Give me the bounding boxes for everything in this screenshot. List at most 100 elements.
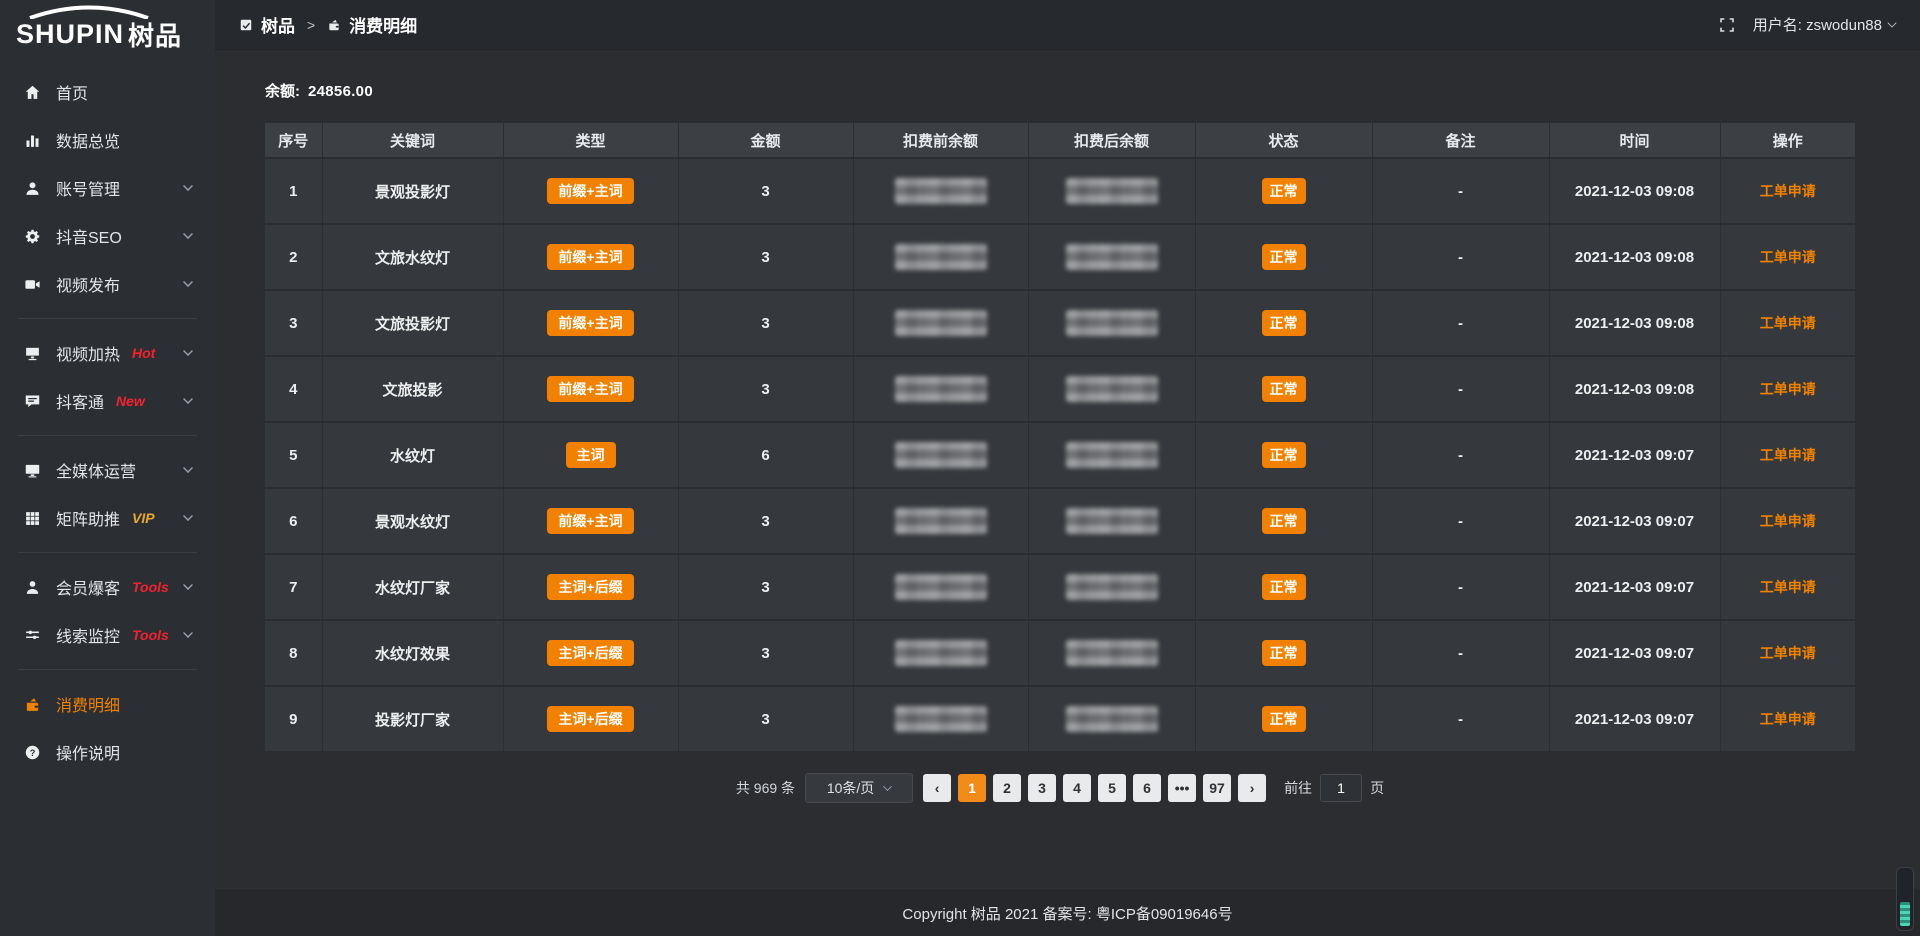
sidebar-item-label: 视频发布 — [56, 272, 120, 296]
page-button-97[interactable]: 97 — [1203, 774, 1231, 802]
table-row: 9投影灯厂家主词+后缀3正常-2021-12-03 09:07工单申请 — [265, 686, 1855, 752]
amount-cell: 3 — [678, 356, 853, 422]
work-order-link[interactable]: 工单申请 — [1760, 315, 1816, 331]
amount-cell: 3 — [678, 686, 853, 752]
work-order-link[interactable]: 工单申请 — [1760, 447, 1816, 463]
board-icon — [239, 18, 253, 32]
row-index: 9 — [265, 686, 322, 752]
time-cell: 2021-12-03 09:07 — [1549, 620, 1720, 686]
sidebar-divider — [18, 669, 197, 670]
sidebar-item-0[interactable]: 首页 — [0, 68, 215, 116]
status-badge: 正常 — [1262, 574, 1306, 600]
status-badge: 正常 — [1195, 158, 1372, 224]
pager: ‹123456•••97› — [923, 774, 1266, 802]
column-header: 扣费后余额 — [1028, 123, 1195, 158]
sliders-icon — [22, 625, 42, 645]
question-icon: ? — [22, 742, 42, 762]
amount-cell: 3 — [678, 554, 853, 620]
type-badge: 前缀+主词 — [503, 224, 678, 290]
work-order-link[interactable]: 工单申请 — [1760, 579, 1816, 595]
page-size-label: 10条/页 — [827, 778, 874, 798]
page-button-3[interactable]: 3 — [1028, 774, 1056, 802]
pre-balance-masked — [853, 158, 1028, 224]
sidebar-item-3[interactable]: 抖音SEO — [0, 212, 215, 260]
work-order-link[interactable]: 工单申请 — [1760, 183, 1816, 199]
breadcrumb-item-1[interactable]: 消费明细 — [349, 12, 417, 37]
goto-suffix: 页 — [1370, 778, 1384, 798]
goto-page-input[interactable] — [1320, 774, 1362, 802]
status-badge: 正常 — [1262, 244, 1306, 270]
type-badge: 前缀+主词 — [503, 488, 678, 554]
sidebar-item-label: 矩阵助推 — [56, 506, 120, 530]
user-menu[interactable]: 用户名: zswodun88 — [1753, 14, 1896, 35]
pre-balance-masked — [853, 488, 1028, 554]
table-row: 3文旅投影灯前缀+主词3正常-2021-12-03 09:08工单申请 — [265, 290, 1855, 356]
breadcrumb: 树品>消费明细 — [239, 12, 417, 37]
svg-text:?: ? — [29, 747, 35, 757]
page-button-2[interactable]: 2 — [993, 774, 1021, 802]
prev-page-button[interactable]: ‹ — [923, 774, 951, 802]
page-size-select[interactable]: 10条/页 — [805, 773, 913, 803]
page-button-6[interactable]: 6 — [1133, 774, 1161, 802]
remark-cell: - — [1372, 686, 1549, 752]
sidebar-item-1[interactable]: 数据总览 — [0, 116, 215, 164]
type-badge: 主词 — [503, 422, 678, 488]
column-header: 备注 — [1372, 123, 1549, 158]
pre-balance-masked — [853, 686, 1028, 752]
table-header-row: 序号关键词类型金额扣费前余额扣费后余额状态备注时间操作 — [265, 123, 1855, 158]
screen-icon — [22, 343, 42, 363]
sidebar-item-9[interactable]: 全媒体运营 — [0, 446, 215, 494]
sidebar-item-2[interactable]: 账号管理 — [0, 164, 215, 212]
type-badge: 主词 — [566, 442, 616, 468]
next-page-button[interactable]: › — [1238, 774, 1266, 802]
action-cell: 工单申请 — [1720, 290, 1855, 356]
sidebar-item-12[interactable]: 会员爆客Tools — [0, 563, 215, 611]
keyword-cell: 水纹灯 — [322, 422, 503, 488]
more-pages-button[interactable]: ••• — [1168, 774, 1196, 802]
sidebar-item-15[interactable]: 消费明细 — [0, 680, 215, 728]
type-badge: 前缀+主词 — [547, 244, 633, 270]
page-button-5[interactable]: 5 — [1098, 774, 1126, 802]
sidebar-item-4[interactable]: 视频发布 — [0, 260, 215, 308]
sidebar-item-13[interactable]: 线索监控Tools — [0, 611, 215, 659]
finance-icon — [327, 18, 341, 32]
status-badge: 正常 — [1195, 356, 1372, 422]
fullscreen-icon[interactable] — [1719, 17, 1735, 33]
copyright-text: Copyright 树品 2021 备案号: 粤ICP备09019646号 — [902, 903, 1232, 924]
masked-value — [1066, 508, 1158, 534]
column-header: 时间 — [1549, 123, 1720, 158]
work-order-link[interactable]: 工单申请 — [1760, 513, 1816, 529]
keyword-cell: 景观投影灯 — [322, 158, 503, 224]
chevron-down-icon — [183, 229, 193, 239]
sidebar-item-7[interactable]: 抖客通New — [0, 377, 215, 425]
time-cell: 2021-12-03 09:08 — [1549, 224, 1720, 290]
pagination: 共 969 条 10条/页 ‹123456•••97› 前往 页 — [265, 773, 1855, 803]
action-cell: 工单申请 — [1720, 422, 1855, 488]
work-order-link[interactable]: 工单申请 — [1760, 645, 1816, 661]
balance-label: 余额: — [265, 83, 300, 100]
masked-value — [895, 640, 987, 666]
work-order-link[interactable]: 工单申请 — [1760, 249, 1816, 265]
time-cell: 2021-12-03 09:07 — [1549, 422, 1720, 488]
sidebar-item-10[interactable]: 矩阵助推VIP — [0, 494, 215, 542]
masked-value — [895, 574, 987, 600]
page-button-4[interactable]: 4 — [1063, 774, 1091, 802]
remark-cell: - — [1372, 488, 1549, 554]
pre-balance-masked — [853, 620, 1028, 686]
status-badge: 正常 — [1262, 178, 1306, 204]
keyword-cell: 投影灯厂家 — [322, 686, 503, 752]
masked-value — [1066, 442, 1158, 468]
sidebar-item-16[interactable]: ?操作说明 — [0, 728, 215, 776]
type-badge: 前缀+主词 — [503, 290, 678, 356]
work-order-link[interactable]: 工单申请 — [1760, 711, 1816, 727]
breadcrumb-item-0[interactable]: 树品 — [261, 12, 295, 37]
page-button-1[interactable]: 1 — [958, 774, 986, 802]
work-order-link[interactable]: 工单申请 — [1760, 381, 1816, 397]
corner-scroll-widget[interactable] — [1896, 867, 1914, 931]
type-badge: 前缀+主词 — [547, 508, 633, 534]
chevron-down-icon — [183, 346, 193, 356]
chevron-down-icon — [183, 181, 193, 191]
amount-cell: 3 — [678, 224, 853, 290]
sidebar-item-6[interactable]: 视频加热Hot — [0, 329, 215, 377]
sidebar-item-badge: Tools — [132, 579, 169, 595]
